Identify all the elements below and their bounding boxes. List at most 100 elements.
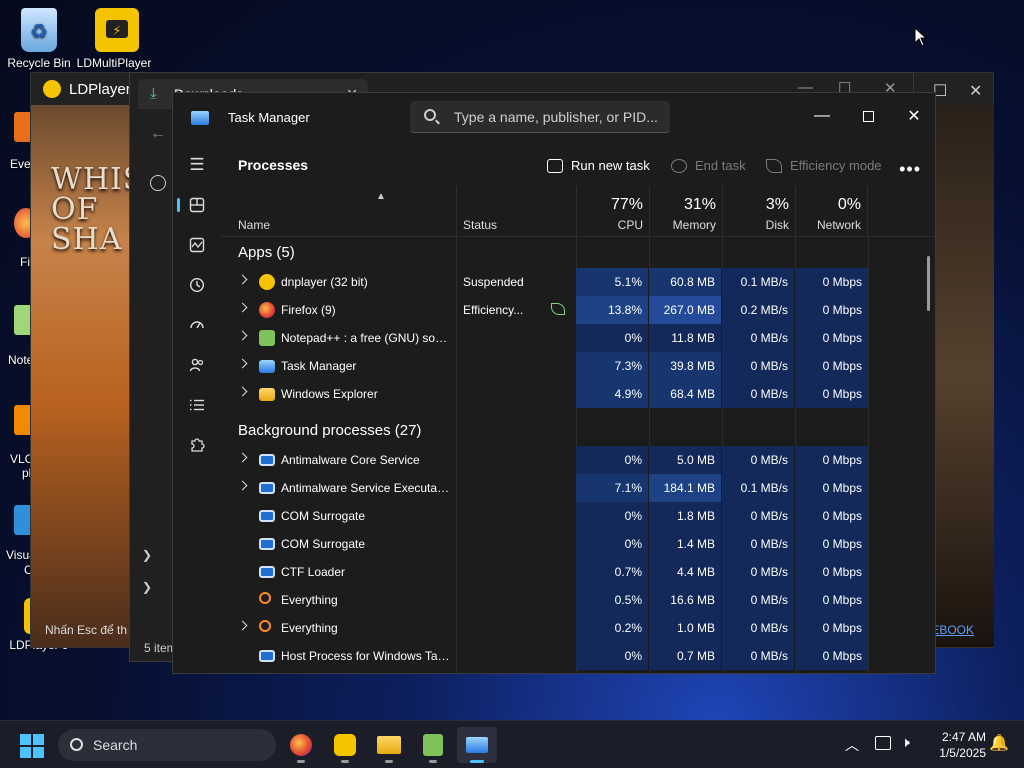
- efficiency-mode-button[interactable]: Efficiency mode: [766, 158, 882, 173]
- table-row[interactable]: Antimalware Service Executable 7.1% 184.…: [221, 474, 869, 502]
- table-row[interactable]: Everything 0.2% 1.0 MB 0 MB/s 0 Mbps: [221, 614, 869, 642]
- show-hidden-icons-chevron-icon[interactable]: ︿: [845, 735, 859, 755]
- nav-chevron-icon[interactable]: ❯: [142, 548, 152, 562]
- expand-chevron-icon[interactable]: [237, 302, 248, 313]
- table-row[interactable]: Everything 0.5% 16.6 MB 0 MB/s 0 Mbps: [221, 586, 869, 614]
- nav-chevron-icon[interactable]: ❯: [142, 580, 152, 594]
- network-value: 0 Mbps: [795, 558, 868, 586]
- memory-value: 0.7 MB: [649, 642, 721, 670]
- dnplayer-icon: [259, 274, 275, 290]
- hamburger-menu-icon[interactable]: ☰: [181, 149, 213, 181]
- table-row[interactable]: Firefox (9) Efficiency... 13.8% 267.0 MB…: [221, 296, 869, 324]
- disk-value: 0 MB/s: [722, 586, 794, 614]
- memory-value: 68.4 MB: [649, 380, 721, 408]
- disk-value: 0 MB/s: [722, 324, 794, 352]
- minimize-button[interactable]: —: [799, 101, 845, 131]
- volume-muted-icon[interactable]: 🕨: [901, 734, 910, 751]
- table-header: ▲ Name Status 77% CPU 31% Memory 3% Disk…: [221, 186, 935, 237]
- table-row[interactable]: Task Manager 7.3% 39.8 MB 0 MB/s 0 Mbps: [221, 352, 869, 380]
- desktop-icon-recycle-bin[interactable]: ♻ Recycle Bin: [4, 8, 74, 70]
- network-value: 0 Mbps: [795, 530, 868, 558]
- sidebar-item-startup-apps[interactable]: [181, 309, 213, 341]
- ldplayer-icon: [334, 734, 356, 756]
- sidebar-item-performance[interactable]: [181, 229, 213, 261]
- firefox-icon: [259, 302, 275, 318]
- sidebar-item-users[interactable]: [181, 349, 213, 381]
- run-task-icon: [547, 158, 563, 173]
- process-status: Suspended: [463, 275, 524, 289]
- network-icon[interactable]: [875, 736, 891, 750]
- clock[interactable]: 2:47 AM 1/5/2025: [928, 729, 986, 761]
- start-button[interactable]: [20, 734, 44, 758]
- memory-value: 267.0 MB: [649, 296, 721, 324]
- taskbar-ldplayer[interactable]: [325, 727, 365, 763]
- scrollbar[interactable]: [927, 256, 930, 311]
- expand-chevron-icon[interactable]: [237, 452, 248, 463]
- cpu-value: 13.8%: [576, 296, 648, 324]
- taskbar-file-explorer[interactable]: [369, 727, 409, 763]
- maximize-button[interactable]: [845, 101, 891, 131]
- table-row[interactable]: Host Process for Windows Tasks 0% 0.7 MB…: [221, 642, 869, 670]
- cpu-value: 0%: [576, 642, 648, 670]
- sidebar-item-services[interactable]: [181, 429, 213, 461]
- column-network[interactable]: 0% Network: [795, 186, 868, 237]
- more-options-icon[interactable]: •••: [899, 159, 921, 180]
- expand-chevron-icon[interactable]: [237, 358, 248, 369]
- close-button[interactable]: ✕: [891, 101, 935, 131]
- taskbar-firefox[interactable]: [281, 727, 321, 763]
- svg-text:♻: ♻: [30, 19, 48, 43]
- run-new-task-button[interactable]: Run new task: [547, 158, 650, 173]
- column-disk[interactable]: 3% Disk: [722, 186, 795, 237]
- running-indicator: [341, 760, 349, 763]
- column-status-header[interactable]: Status: [456, 186, 576, 237]
- sidebar-item-details[interactable]: [181, 389, 213, 421]
- taskbar-notepad-plus-plus[interactable]: [413, 727, 453, 763]
- speedometer-icon: [190, 321, 204, 329]
- desktop-icon-ldmultiplayer[interactable]: ⚡ LDMultiPlayer: [77, 8, 152, 70]
- process-search-input[interactable]: [454, 107, 659, 127]
- memory-value: 1.4 MB: [649, 530, 721, 558]
- service-window-icon: [259, 510, 275, 522]
- cpu-value: 5.1%: [576, 268, 648, 296]
- network-value: 0 Mbps: [795, 380, 868, 408]
- sidebar-item-processes[interactable]: [177, 189, 213, 221]
- column-cpu[interactable]: 77% CPU: [576, 186, 649, 237]
- recycle-bin-icon: ♻: [21, 8, 57, 52]
- desktop-icon-label: Recycle Bin: [7, 56, 71, 70]
- taskbar-search[interactable]: Search: [58, 729, 276, 761]
- taskbar: Search ︿ 🕨 2:47 AM 1/5/2025 🔔: [0, 720, 1024, 768]
- taskbar-task-manager[interactable]: [457, 727, 497, 763]
- new-item-icon[interactable]: [150, 175, 166, 191]
- back-arrow-icon[interactable]: ←: [150, 125, 166, 143]
- cpu-value: 0%: [576, 502, 648, 530]
- cpu-total: 77%: [610, 196, 643, 213]
- windows-logo-icon: [20, 747, 31, 758]
- table-row[interactable]: Notepad++ : a free (GNU) sou... 0% 11.8 …: [221, 324, 869, 352]
- expand-chevron-icon[interactable]: [237, 620, 248, 631]
- expand-chevron-icon[interactable]: [237, 330, 248, 341]
- task-manager-logo-icon: [191, 111, 209, 125]
- expand-chevron-icon[interactable]: [237, 480, 248, 491]
- close-icon[interactable]: ✕: [969, 81, 982, 101]
- expand-chevron-icon[interactable]: [237, 274, 248, 285]
- cpu-value: 0.7%: [576, 558, 648, 586]
- task-manager-titlebar[interactable]: Task Manager — ✕: [173, 93, 935, 141]
- table-row[interactable]: Windows Explorer 4.9% 68.4 MB 0 MB/s 0 M…: [221, 380, 869, 408]
- column-memory[interactable]: 31% Memory: [649, 186, 722, 237]
- notification-bell-icon[interactable]: 🔔: [989, 733, 1009, 753]
- column-name[interactable]: Name: [238, 218, 270, 232]
- table-row[interactable]: dnplayer (32 bit) Suspended 5.1% 60.8 MB…: [221, 268, 869, 296]
- process-status: Efficiency...: [463, 303, 524, 317]
- table-row[interactable]: COM Surrogate 0% 1.8 MB 0 MB/s 0 Mbps: [221, 502, 869, 530]
- sidebar-item-app-history[interactable]: [181, 269, 213, 301]
- service-window-icon: [259, 650, 275, 662]
- table-row[interactable]: CTF Loader 0.7% 4.4 MB 0 MB/s 0 Mbps: [221, 558, 869, 586]
- expand-chevron-icon[interactable]: [237, 386, 248, 397]
- facebook-link[interactable]: EBOOK: [931, 623, 974, 637]
- task-manager-window[interactable]: Task Manager — ✕ ☰: [172, 92, 936, 674]
- table-row[interactable]: Antimalware Core Service 0% 5.0 MB 0 MB/…: [221, 446, 869, 474]
- process-search[interactable]: [410, 101, 670, 133]
- table-row[interactable]: COM Surrogate 0% 1.4 MB 0 MB/s 0 Mbps: [221, 530, 869, 558]
- task-manager-icon: [259, 360, 275, 373]
- end-task-button[interactable]: End task: [671, 158, 746, 173]
